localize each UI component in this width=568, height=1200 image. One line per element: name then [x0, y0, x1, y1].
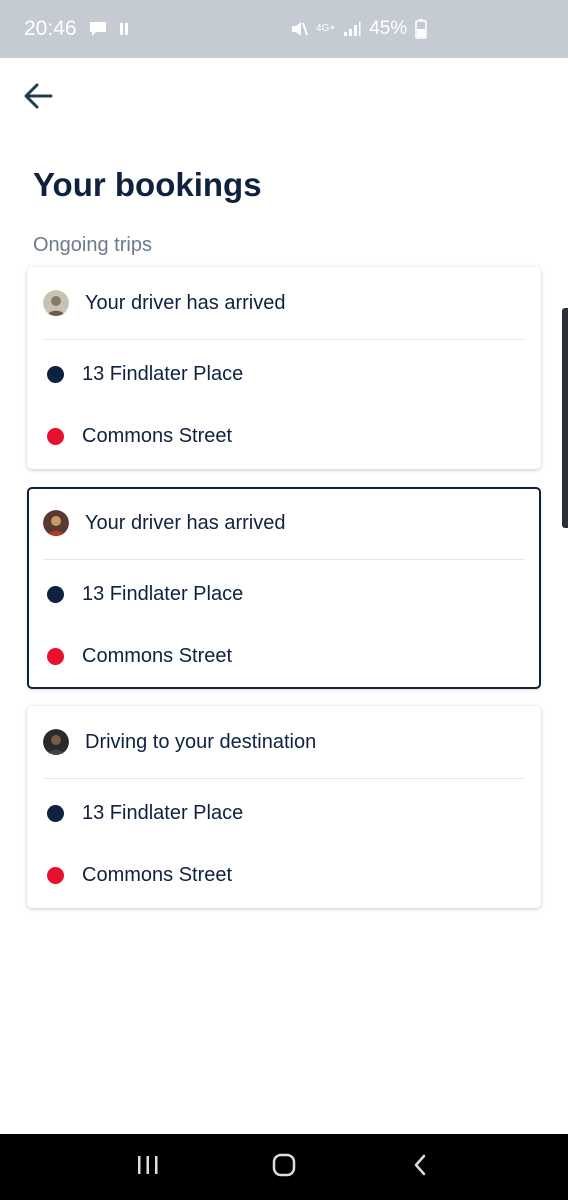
status-time: 20:46: [24, 17, 77, 40]
dropoff-address: Commons Street: [82, 425, 233, 447]
dropoff-row: Commons Street: [47, 425, 232, 448]
scroll-indicator: [562, 308, 568, 528]
driver-avatar: [43, 510, 69, 536]
home-button[interactable]: [254, 1142, 314, 1192]
signal-icon: [343, 21, 361, 37]
booking-card[interactable]: Driving to your destination 13 Findlater…: [27, 706, 541, 908]
network-type: 4G+: [316, 23, 336, 34]
dropoff-dot-icon: [47, 648, 64, 665]
battery-icon: [415, 19, 427, 39]
system-nav-bar: [0, 1134, 568, 1200]
arrow-left-icon: [23, 83, 53, 114]
home-icon: [271, 1152, 297, 1183]
pickup-row: 13 Findlater Place: [47, 802, 243, 825]
divider: [43, 559, 525, 560]
dropoff-row: Commons Street: [47, 864, 232, 887]
back-icon: [412, 1153, 428, 1182]
dropoff-dot-icon: [47, 428, 64, 445]
divider: [43, 339, 525, 340]
booking-status-row: Your driver has arrived: [43, 289, 285, 317]
recents-button[interactable]: [118, 1142, 178, 1192]
section-title: Ongoing trips: [33, 234, 152, 256]
back-button[interactable]: [16, 76, 60, 120]
pickup-address: 13 Findlater Place: [82, 363, 244, 385]
pickup-address: 13 Findlater Place: [82, 802, 244, 824]
booking-card-selected[interactable]: Your driver has arrived 13 Findlater Pla…: [27, 487, 541, 689]
booking-card[interactable]: Your driver has arrived 13 Findlater Pla…: [27, 267, 541, 469]
booking-status: Your driver has arrived: [85, 291, 286, 314]
pickup-row: 13 Findlater Place: [47, 583, 243, 606]
bookings-screen: Your bookings Ongoing trips Your driver …: [0, 58, 568, 1134]
page-title: Your bookings: [33, 166, 262, 203]
booking-status-row: Driving to your destination: [43, 728, 316, 756]
booking-status: Driving to your destination: [85, 730, 317, 753]
pause-icon: [119, 22, 129, 36]
dropoff-dot-icon: [47, 867, 64, 884]
dropoff-address: Commons Street: [82, 645, 233, 667]
driver-avatar: [43, 290, 69, 316]
pickup-dot-icon: [47, 805, 64, 822]
pickup-address: 13 Findlater Place: [82, 583, 244, 605]
dropoff-row: Commons Street: [47, 645, 232, 668]
battery-percent: 45%: [369, 18, 408, 39]
pickup-row: 13 Findlater Place: [47, 363, 243, 386]
nav-back-button[interactable]: [390, 1142, 450, 1192]
recents-icon: [136, 1154, 160, 1181]
divider: [43, 778, 525, 779]
message-icon: [89, 21, 107, 37]
booking-status-row: Your driver has arrived: [43, 509, 285, 537]
status-bar: 20:46 4G+ 45%: [0, 0, 568, 58]
dropoff-address: Commons Street: [82, 864, 233, 886]
pickup-dot-icon: [47, 586, 64, 603]
driver-avatar: [43, 729, 69, 755]
booking-status: Your driver has arrived: [85, 511, 286, 534]
mute-icon: [290, 20, 308, 38]
pickup-dot-icon: [47, 366, 64, 383]
